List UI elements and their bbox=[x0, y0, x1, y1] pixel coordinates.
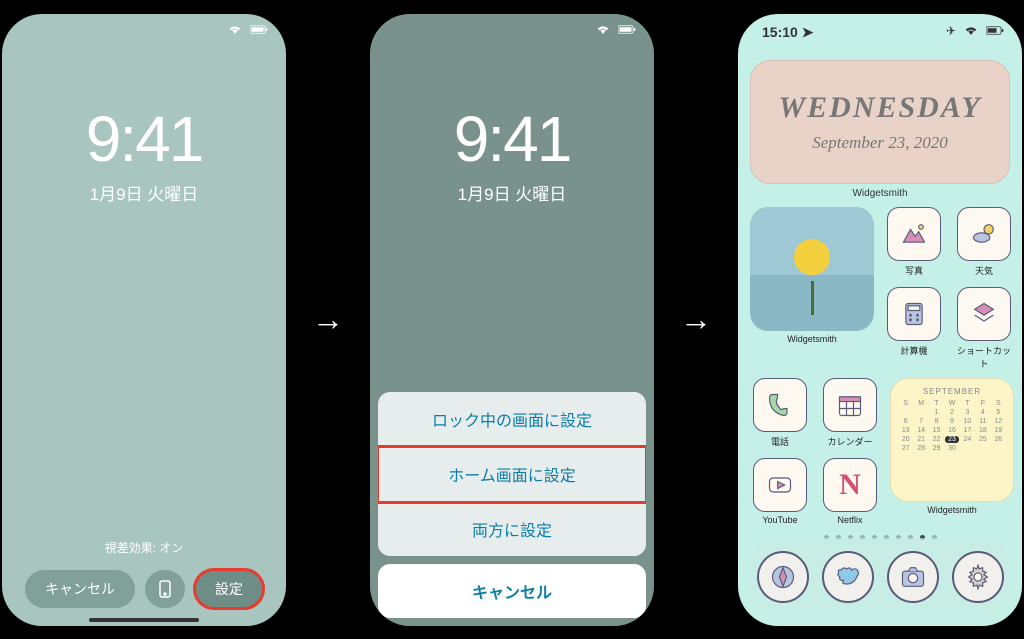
calculator-app[interactable] bbox=[887, 287, 941, 341]
status-bar bbox=[594, 24, 636, 35]
wifi-icon bbox=[594, 24, 612, 35]
youtube-app[interactable] bbox=[753, 458, 807, 512]
shortcuts-app[interactable] bbox=[957, 287, 1011, 341]
set-both-option[interactable]: 両方に設定 bbox=[378, 502, 646, 556]
button-row: キャンセル 設定 bbox=[2, 570, 286, 608]
set-button[interactable]: 設定 bbox=[195, 570, 263, 608]
lock-date: 1月9日 火曜日 bbox=[2, 180, 286, 205]
battery-icon bbox=[986, 25, 1004, 36]
photos-app[interactable] bbox=[887, 207, 941, 261]
compass-icon bbox=[769, 563, 797, 591]
calendar-grid-icon bbox=[836, 391, 864, 419]
set-home-screen-option[interactable]: ホーム画面に設定 bbox=[378, 447, 646, 502]
phone-app[interactable] bbox=[753, 378, 807, 432]
dock bbox=[750, 538, 1010, 616]
lock-date: 1月9日 火曜日 bbox=[370, 180, 654, 205]
wallpaper-preview-screen: 9:41 1月9日 火曜日 視差効果: オン キャンセル 設定 bbox=[2, 14, 286, 626]
mountain-icon bbox=[900, 220, 928, 248]
action-sheet: ロック中の画面に設定 ホーム画面に設定 両方に設定 キャンセル bbox=[378, 392, 646, 618]
home-screen: 15:10 ➤ ✈ WEDNESDAY September 23, 2020 W… bbox=[738, 14, 1022, 626]
bird-icon bbox=[834, 563, 862, 591]
home-indicator bbox=[89, 618, 199, 622]
device-preview-button[interactable] bbox=[145, 570, 185, 608]
widget-day: WEDNESDAY bbox=[778, 91, 981, 125]
twitter-app[interactable] bbox=[822, 551, 874, 603]
calendar-month: SEPTEMBER bbox=[899, 387, 1005, 396]
calculator-icon bbox=[900, 300, 928, 328]
photo-widget-label: Widgetsmith bbox=[750, 334, 874, 344]
widget-date: September 23, 2020 bbox=[812, 133, 948, 153]
status-bar: ✈ bbox=[946, 24, 1004, 38]
camera-app[interactable] bbox=[887, 551, 939, 603]
flower-icon bbox=[794, 239, 830, 275]
arrow-icon: → bbox=[312, 301, 344, 338]
netflix-app[interactable]: N bbox=[823, 458, 877, 512]
cancel-button[interactable]: キャンセル bbox=[25, 570, 135, 608]
status-time: 15:10 ➤ bbox=[762, 24, 813, 41]
action-sheet-group: ロック中の画面に設定 ホーム画面に設定 両方に設定 bbox=[378, 392, 646, 556]
home-row-1: Widgetsmith 写真 天気 計算機 bbox=[738, 207, 1022, 370]
camera-icon bbox=[899, 563, 927, 591]
lock-time: 9:41 bbox=[370, 102, 654, 176]
calendar-widget-label: Widgetsmith bbox=[890, 505, 1014, 515]
weather-app[interactable] bbox=[957, 207, 1011, 261]
phone-icon bbox=[158, 580, 172, 598]
settings-app[interactable] bbox=[952, 551, 1004, 603]
play-icon bbox=[766, 471, 794, 499]
weather-icon bbox=[970, 220, 998, 248]
home-row-2: 電話 カレンダー YouTube N Netflix SE bbox=[738, 378, 1022, 525]
photo-widget[interactable] bbox=[750, 207, 874, 331]
calendar-widget[interactable]: SEPTEMBER SMTWTFS 12345 6789101112 13141… bbox=[890, 378, 1014, 502]
airplane-icon: ✈ bbox=[946, 24, 956, 38]
wifi-icon bbox=[226, 24, 244, 35]
calendar-grid: SMTWTFS 12345 6789101112 13141516171819 … bbox=[899, 400, 1005, 452]
widget-label: Widgetsmith bbox=[738, 188, 1022, 199]
calendar-app[interactable] bbox=[823, 378, 877, 432]
safari-app[interactable] bbox=[757, 551, 809, 603]
phone-handset-icon bbox=[766, 391, 794, 419]
status-bar bbox=[226, 24, 268, 35]
wallpaper-actionsheet-screen: 9:41 1月9日 火曜日 ロック中の画面に設定 ホーム画面に設定 両方に設定 … bbox=[370, 14, 654, 626]
set-lock-screen-option[interactable]: ロック中の画面に設定 bbox=[378, 392, 646, 447]
gear-icon bbox=[964, 563, 992, 591]
wifi-icon bbox=[962, 25, 980, 36]
layers-icon bbox=[970, 300, 998, 328]
perspective-label: 視差効果: オン bbox=[2, 539, 286, 556]
lock-time: 9:41 bbox=[2, 102, 286, 176]
arrow-icon: → bbox=[680, 301, 712, 338]
action-sheet-cancel[interactable]: キャンセル bbox=[378, 564, 646, 618]
date-widget[interactable]: WEDNESDAY September 23, 2020 bbox=[750, 60, 1010, 184]
battery-icon bbox=[618, 24, 636, 35]
location-icon: ➤ bbox=[802, 24, 814, 40]
battery-icon bbox=[250, 24, 268, 35]
